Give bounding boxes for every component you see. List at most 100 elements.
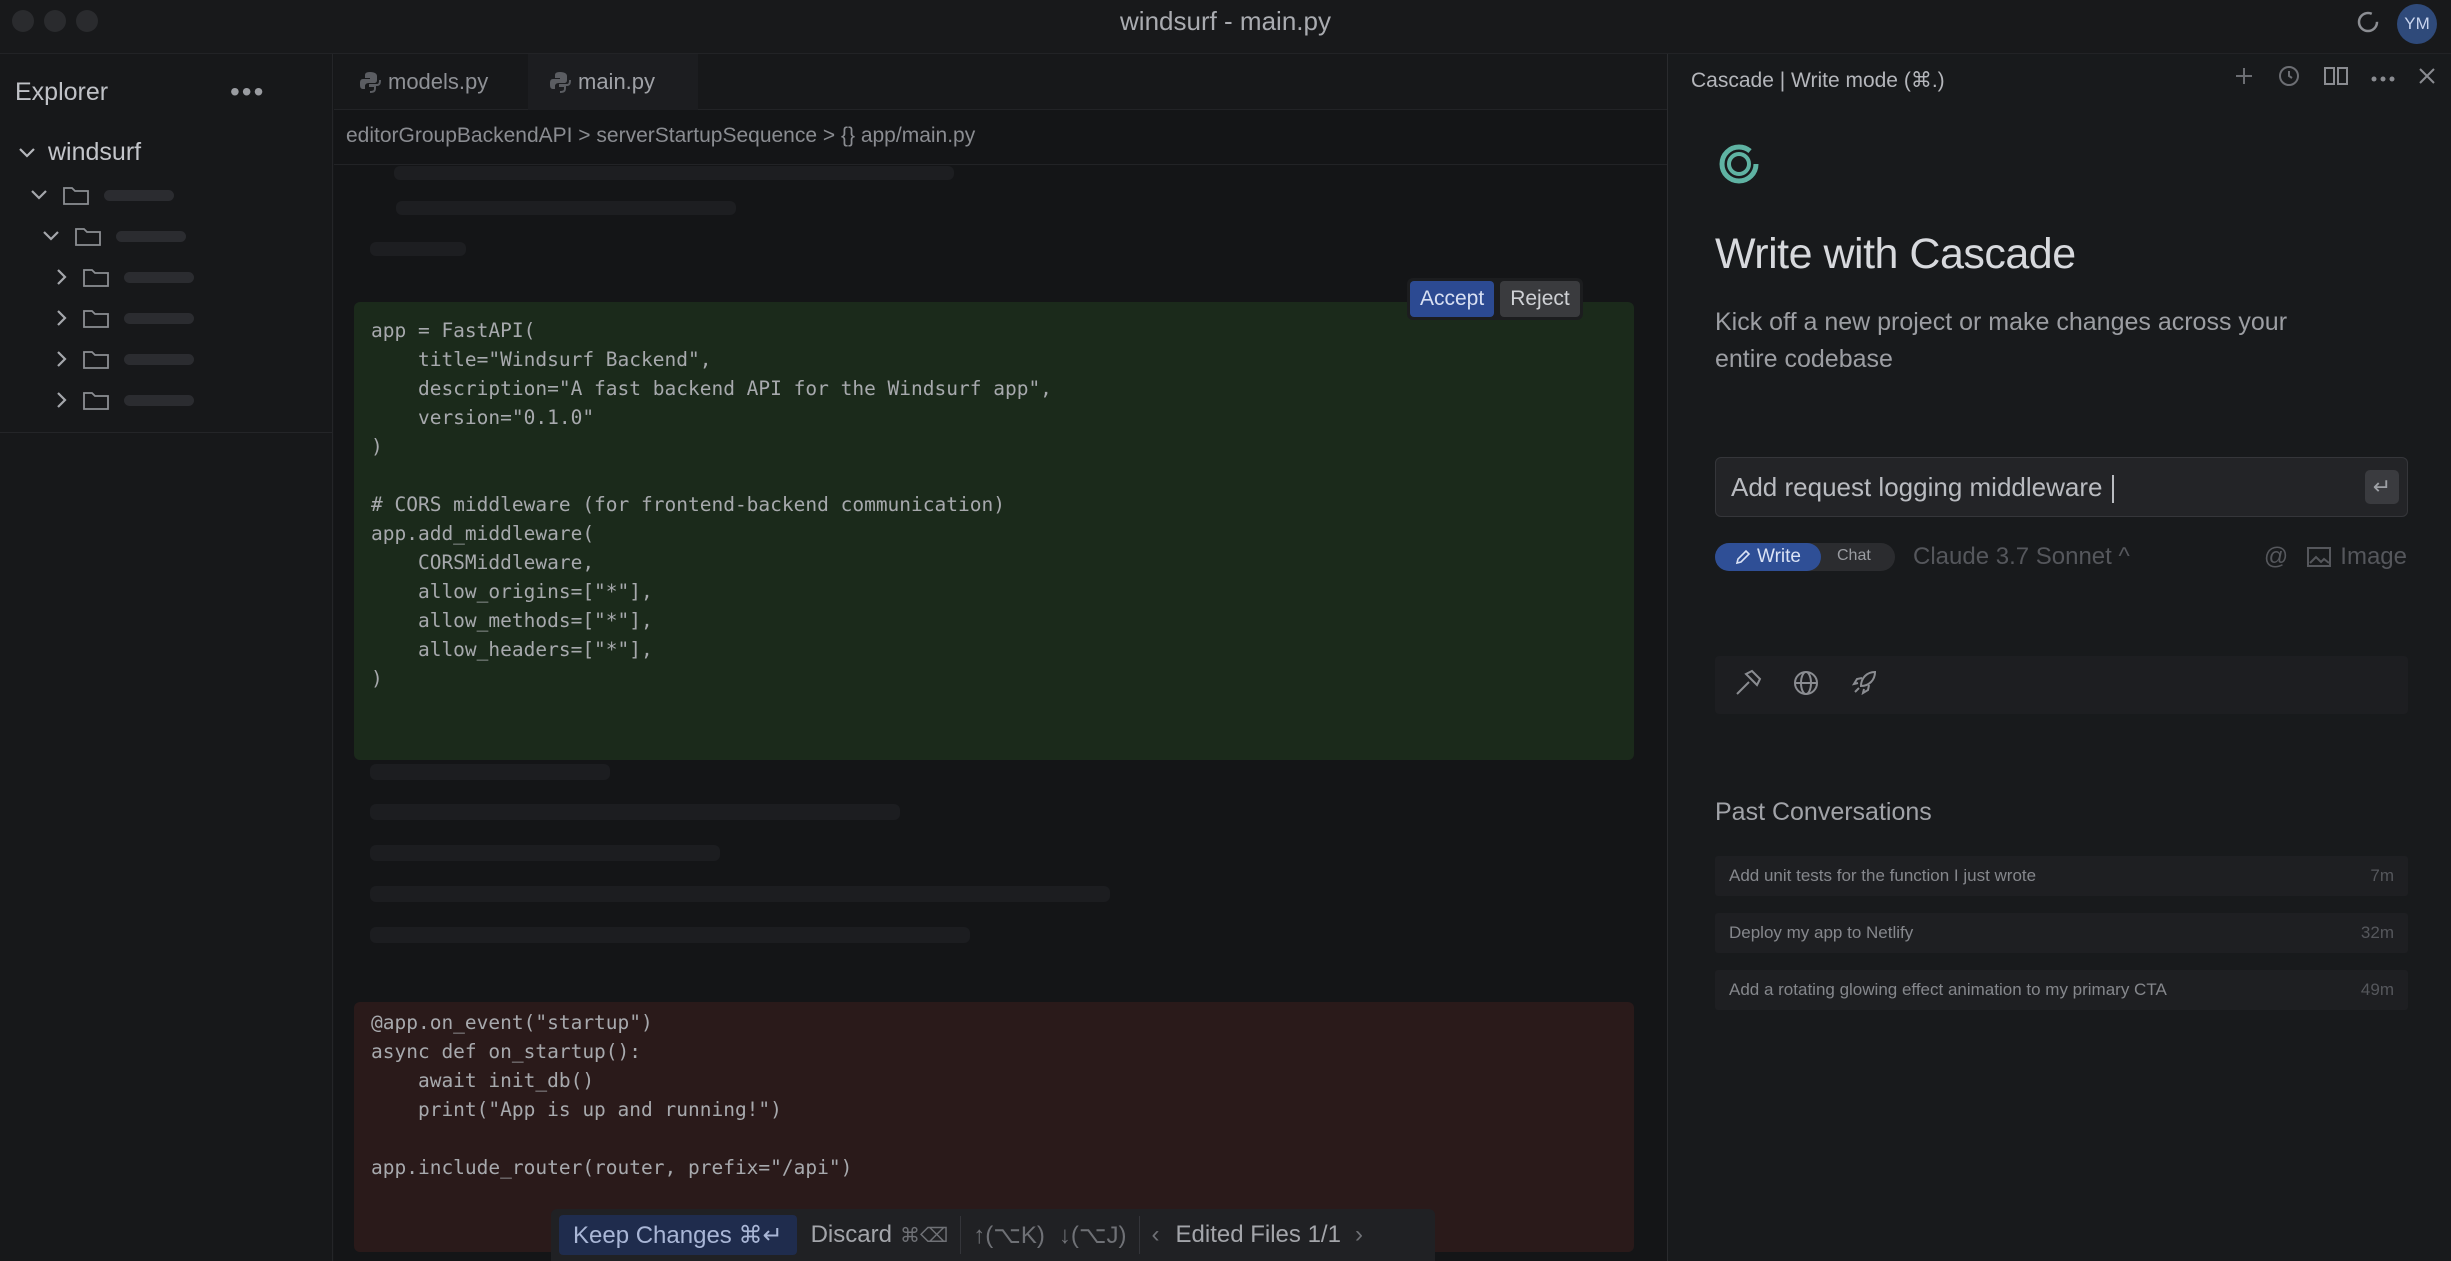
- changes-bar: Keep Changes ⌘↵ Discard ⌘⌫ ↑(⌥K) ↓(⌥J) ‹…: [551, 1209, 1435, 1261]
- folder-name-placeholder: [124, 271, 194, 283]
- sync-icon[interactable]: [2355, 9, 2381, 40]
- tab-bar: models.py main.py: [334, 54, 1667, 110]
- folder-name-placeholder: [116, 230, 186, 242]
- conversation-item[interactable]: Deploy my app to Netlify 32m: [1715, 913, 2408, 953]
- avatar[interactable]: YM: [2397, 4, 2437, 44]
- breadcrumb[interactable]: editorGroupBackendAPI > serverStartupSeq…: [346, 124, 975, 148]
- tree-item[interactable]: [56, 348, 194, 370]
- next-file-button[interactable]: ›: [1355, 1221, 1363, 1249]
- history-icon[interactable]: [2277, 64, 2301, 93]
- cascade-panel: Cascade | Write mode (⌘.) Write with Cas…: [1667, 54, 2451, 1261]
- chat-mode-button[interactable]: Chat: [1837, 547, 1871, 565]
- close-icon[interactable]: [2417, 66, 2437, 91]
- added-code: app = FastAPI( title="Windsurf Backend",…: [371, 319, 1052, 690]
- pencil-icon: [1735, 549, 1751, 565]
- divider: [334, 164, 1667, 165]
- image-button[interactable]: Image: [2306, 543, 2407, 571]
- editor-area: models.py main.py editorGroupBackendAPI …: [334, 54, 1667, 1261]
- cascade-toolbar: [2233, 64, 2437, 93]
- title-bar: windsurf - main.py YM: [0, 0, 2451, 54]
- image-label: Image: [2340, 543, 2407, 570]
- chevron-down-icon: [31, 190, 47, 200]
- rocket-icon[interactable]: [1849, 668, 1879, 703]
- conversation-item[interactable]: Add unit tests for the function I just w…: [1715, 856, 2408, 896]
- accept-button[interactable]: Accept: [1410, 281, 1495, 317]
- keep-changes-button[interactable]: Keep Changes ⌘↵: [559, 1215, 797, 1255]
- more-options-button[interactable]: •••: [230, 76, 265, 108]
- reject-button[interactable]: Reject: [1500, 281, 1580, 317]
- chevron-right-icon: [57, 351, 67, 367]
- text-caret: [2112, 475, 2115, 504]
- folder-icon: [63, 187, 89, 205]
- discard-label: Discard: [810, 1221, 892, 1248]
- write-mode-label: Write: [1757, 546, 1801, 567]
- book-icon[interactable]: [2323, 64, 2349, 93]
- tree-item[interactable]: [56, 307, 194, 329]
- cascade-header: Cascade | Write mode (⌘.): [1691, 69, 1945, 92]
- edited-files-label: Edited Files 1/1: [1175, 1221, 1341, 1248]
- divider: [0, 432, 333, 433]
- explorer-panel: Explorer ••• windsurf: [0, 54, 333, 1261]
- folder-name-placeholder: [124, 353, 194, 365]
- tab-models-py[interactable]: models.py: [346, 54, 516, 110]
- tree-item[interactable]: [42, 225, 186, 247]
- chevron-right-icon: [57, 392, 67, 408]
- folder-icon: [83, 269, 109, 287]
- conversation-time: 49m: [2360, 980, 2394, 999]
- chevron-down-icon: [19, 147, 35, 158]
- tree-item[interactable]: [56, 266, 194, 288]
- removed-code-dim: app.include_router(router, prefix="/api"…: [371, 1156, 853, 1179]
- write-mode-button[interactable]: Write: [1715, 543, 1821, 571]
- hammer-icon[interactable]: [1733, 668, 1763, 703]
- folder-icon: [83, 310, 109, 328]
- conversation-title: Add a rotating glowing effect animation …: [1729, 980, 2167, 999]
- prompt-value: Add request logging middleware: [1731, 472, 2103, 502]
- previous-file-button[interactable]: ‹: [1152, 1221, 1160, 1249]
- previous-change-button[interactable]: ↑(⌥K): [973, 1221, 1045, 1250]
- code-line-placeholder: [394, 166, 954, 180]
- folder-name-placeholder: [104, 189, 174, 201]
- diff-actions: Accept Reject: [1407, 278, 1583, 320]
- prompt-input[interactable]: Add request logging middleware ↵: [1715, 457, 2408, 517]
- code-line-placeholder: [370, 764, 610, 780]
- conversation-time: 32m: [2360, 923, 2394, 942]
- mode-toggle[interactable]: Write Chat: [1715, 543, 1895, 571]
- explorer-title: Explorer: [15, 78, 109, 106]
- image-icon: [2307, 547, 2332, 567]
- conversation-title: Add unit tests for the function I just w…: [1729, 866, 2037, 885]
- tree-item[interactable]: [56, 389, 194, 411]
- tree-root-folder[interactable]: windsurf: [18, 138, 141, 167]
- code-line-placeholder: [370, 804, 900, 820]
- tab-label: main.py: [578, 69, 656, 94]
- code-line-placeholder: [370, 886, 1110, 902]
- removed-code: @app.on_event("startup") async def on_st…: [371, 1011, 782, 1121]
- code-line-placeholder: [370, 242, 466, 256]
- python-icon: [550, 72, 571, 93]
- tab-main-py[interactable]: main.py: [528, 54, 698, 110]
- folder-icon: [83, 351, 109, 369]
- conversation-item[interactable]: Add a rotating glowing effect animation …: [1715, 970, 2408, 1010]
- new-conversation-icon[interactable]: [2233, 65, 2255, 92]
- tool-strip: [1715, 656, 2408, 714]
- model-selector[interactable]: Claude 3.7 Sonnet ^: [1913, 543, 2130, 571]
- folder-name-placeholder: [124, 312, 194, 324]
- globe-icon[interactable]: [1791, 668, 1821, 703]
- cascade-subtitle: Kick off a new project or make changes a…: [1715, 308, 2288, 373]
- submit-button[interactable]: ↵: [2365, 470, 2399, 504]
- folder-icon: [83, 392, 109, 410]
- discard-button[interactable]: Discard ⌘⌫: [811, 1221, 949, 1249]
- python-icon: [360, 72, 381, 93]
- past-conversations-title: Past Conversations: [1715, 798, 1932, 826]
- next-change-button[interactable]: ↓(⌥J): [1059, 1221, 1127, 1250]
- more-icon[interactable]: [2371, 70, 2395, 88]
- divider: [960, 1216, 962, 1254]
- cascade-title: Write with Cascade: [1715, 230, 2076, 278]
- chevron-right-icon: [57, 269, 67, 285]
- chevron-down-icon: [43, 231, 59, 241]
- tree-item[interactable]: [30, 184, 174, 206]
- conversation-time: 7m: [2370, 866, 2394, 885]
- divider: [1138, 1216, 1140, 1254]
- code-line-placeholder: [396, 201, 736, 215]
- mention-button[interactable]: @: [2264, 543, 2288, 571]
- folder-icon: [75, 228, 101, 246]
